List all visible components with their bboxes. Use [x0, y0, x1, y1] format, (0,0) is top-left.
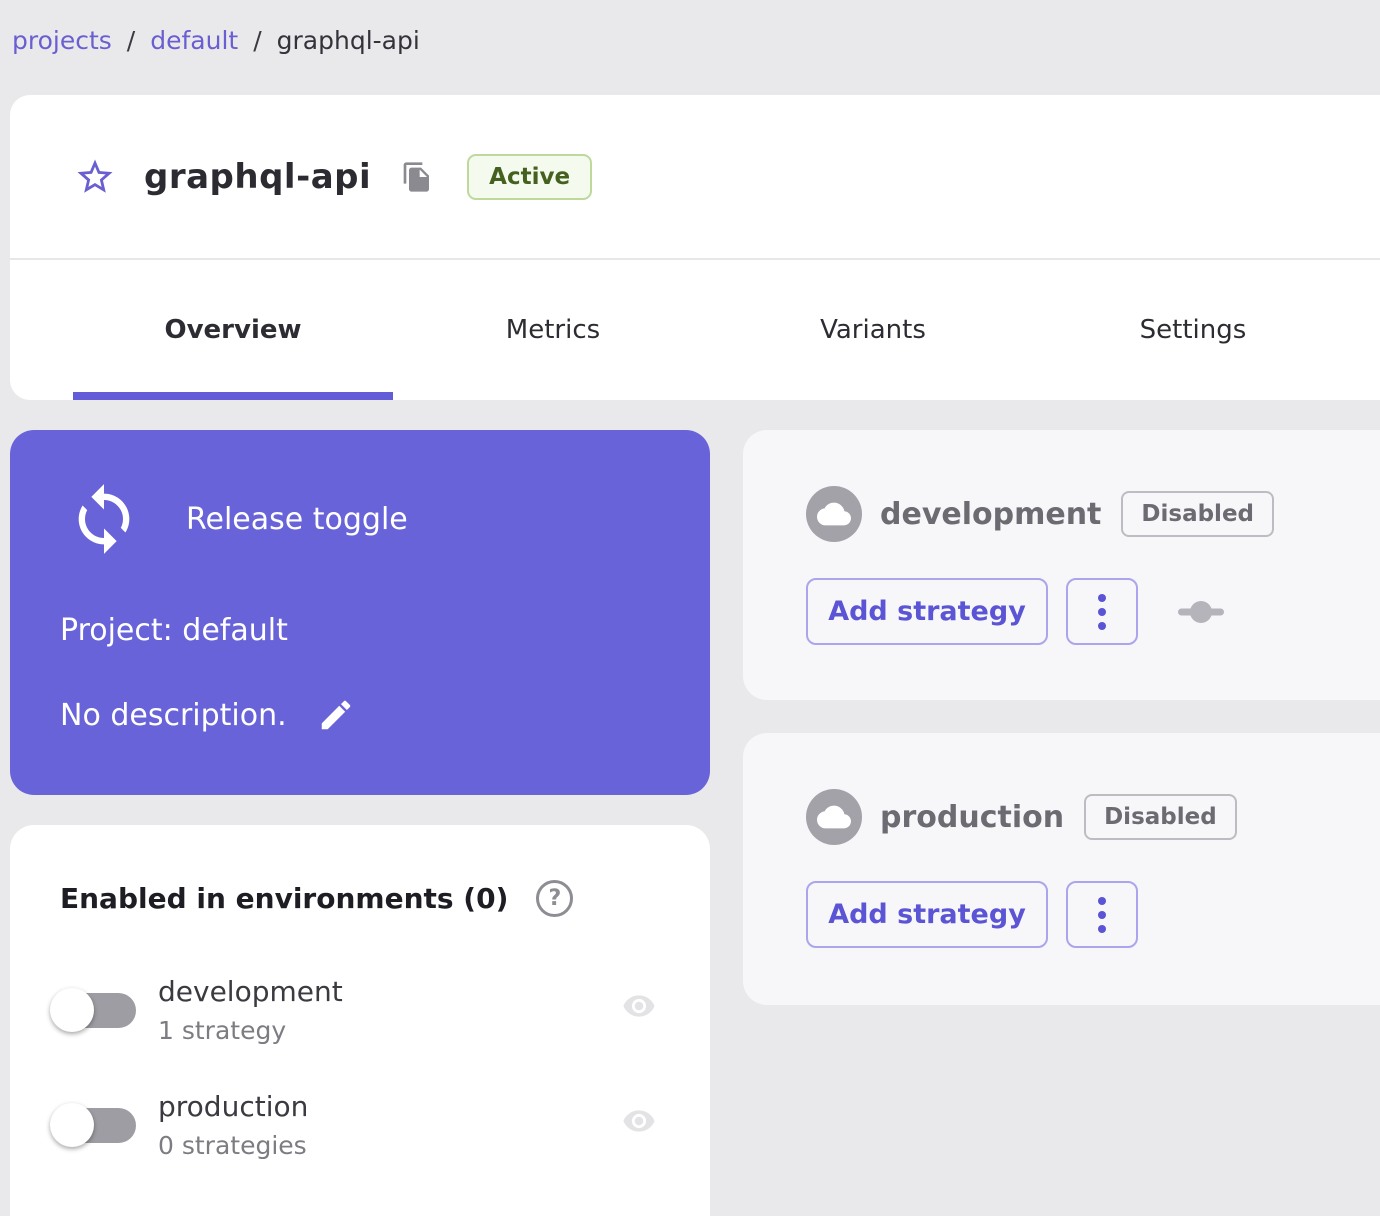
development-toggle-switch[interactable]: [48, 987, 138, 1033]
environment-strategy-count: 1 strategy: [158, 1016, 287, 1045]
page: projects / default / graphql-api graphql…: [0, 0, 1380, 1216]
add-strategy-button[interactable]: Add strategy: [806, 881, 1048, 948]
copy-icon[interactable]: [401, 161, 433, 193]
breadcrumb-link-projects[interactable]: projects: [12, 26, 112, 55]
eye-icon[interactable]: [616, 989, 662, 1023]
tab-variants-label: Variants: [820, 315, 926, 345]
kebab-dot: [1098, 910, 1106, 919]
breadcrumb-current: graphql-api: [276, 26, 420, 55]
environment-row-production: production 0 strategies: [10, 1090, 710, 1160]
enabled-environments-card: Enabled in environments (0) ? developmen…: [10, 825, 710, 1216]
breadcrumb-separator: /: [253, 26, 262, 55]
description-label: No description.: [60, 697, 287, 733]
kebab-dot: [1098, 607, 1106, 616]
toggle-thumb: [50, 1103, 94, 1147]
tab-overview[interactable]: Overview: [73, 260, 393, 400]
kebab-dot: [1098, 924, 1106, 933]
status-badge: Active: [467, 153, 593, 200]
feature-header-card: graphql-api Active Overview Metrics Vari…: [10, 95, 1380, 400]
disabled-badge: Disabled: [1084, 794, 1237, 840]
environment-name: development: [158, 975, 343, 1008]
feature-type-card: Release toggle Project: default No descr…: [10, 430, 710, 795]
kebab-dot: [1098, 593, 1106, 602]
tab-variants[interactable]: Variants: [713, 260, 1033, 400]
feature-title-row: graphql-api Active: [10, 95, 1380, 258]
breadcrumb: projects / default / graphql-api: [12, 26, 420, 55]
kebab-dot: [1098, 896, 1106, 905]
environment-card-title: development: [880, 496, 1102, 532]
slider-icon: [1178, 599, 1224, 625]
project-label: Project: default: [60, 613, 288, 648]
tab-metrics[interactable]: Metrics: [393, 260, 713, 400]
more-options-button[interactable]: [1066, 881, 1138, 948]
active-tab-indicator: [73, 392, 393, 400]
loop-icon: [66, 478, 142, 560]
production-toggle-switch[interactable]: [48, 1102, 138, 1148]
help-icon[interactable]: ?: [536, 880, 574, 917]
development-environment-card: development Disabled Add strategy: [743, 430, 1380, 700]
eye-icon[interactable]: [616, 1104, 662, 1138]
more-options-button[interactable]: [1066, 578, 1138, 645]
environment-strategy-count: 0 strategies: [158, 1131, 307, 1160]
kebab-dot: [1098, 621, 1106, 630]
breadcrumb-link-default[interactable]: default: [150, 26, 238, 55]
cloud-icon: [806, 789, 862, 845]
tab-settings[interactable]: Settings: [1033, 260, 1353, 400]
production-environment-card: production Disabled Add strategy: [743, 733, 1380, 1005]
tab-bar: Overview Metrics Variants Settings: [10, 260, 1380, 400]
disabled-badge: Disabled: [1121, 491, 1275, 537]
environment-name: production: [158, 1090, 309, 1123]
edit-description-icon[interactable]: [317, 696, 355, 734]
toggle-thumb: [50, 988, 94, 1032]
tab-settings-label: Settings: [1139, 315, 1247, 345]
feature-title: graphql-api: [144, 156, 372, 197]
breadcrumb-separator: /: [126, 26, 136, 55]
tab-overview-label: Overview: [164, 315, 302, 345]
favorite-star-icon[interactable]: [74, 156, 116, 198]
environment-card-title: production: [880, 799, 1065, 835]
feature-type-label: Release toggle: [186, 501, 408, 537]
cloud-icon: [806, 486, 862, 542]
tab-metrics-label: Metrics: [505, 315, 601, 345]
environment-row-development: development 1 strategy: [10, 975, 710, 1045]
enabled-environments-heading: Enabled in environments (0): [60, 882, 509, 915]
add-strategy-button[interactable]: Add strategy: [806, 578, 1048, 645]
